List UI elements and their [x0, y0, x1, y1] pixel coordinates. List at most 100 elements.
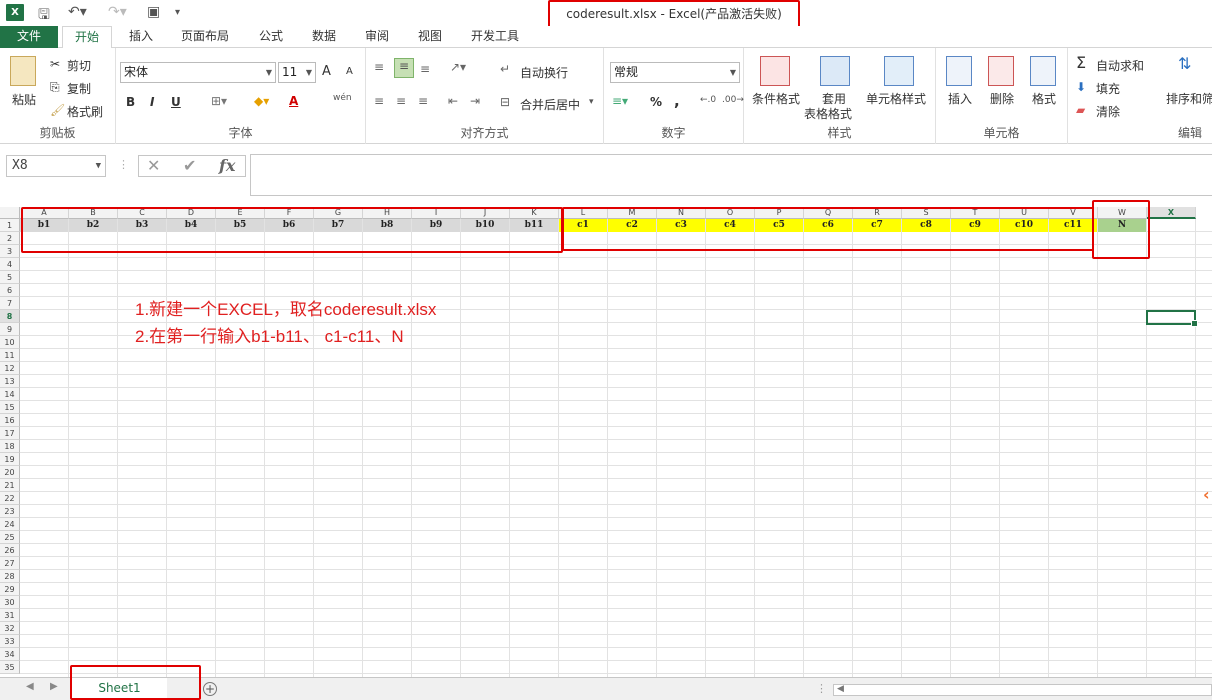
tab-home[interactable]: 开始	[62, 26, 112, 49]
cancel-icon[interactable]: ✕	[147, 156, 160, 176]
row-header[interactable]: 14	[0, 388, 20, 401]
pinyin-button[interactable]: wén	[333, 93, 352, 103]
merge-icon[interactable]: ⊟	[500, 95, 510, 109]
copy-button[interactable]: 复制	[67, 80, 91, 97]
camera-icon[interactable]: ▣	[147, 4, 160, 20]
header-cell[interactable]	[1147, 219, 1195, 232]
wrap-text-icon[interactable]: ↵	[500, 62, 510, 76]
wrap-text-button[interactable]: 自动换行	[520, 64, 568, 81]
cut-button[interactable]: 剪切	[67, 57, 91, 74]
tab-developer[interactable]: 开发工具	[462, 26, 528, 48]
border-icon[interactable]: ⊞▾	[211, 94, 227, 108]
prev-sheet-icon[interactable]: ◀	[26, 681, 34, 692]
format-as-table-icon[interactable]	[820, 56, 850, 86]
row-header[interactable]: 22	[0, 492, 20, 505]
paste-button[interactable]: 粘贴	[12, 91, 36, 108]
autosum-button[interactable]: 自动求和	[1096, 57, 1144, 74]
currency-icon[interactable]: ≡▾	[612, 94, 628, 108]
row-header[interactable]: 31	[0, 609, 20, 622]
insert-function-button[interactable]: fx	[219, 156, 235, 176]
format-as-table-button[interactable]: 表格格式	[804, 105, 852, 122]
insert-cells-icon[interactable]	[946, 56, 972, 86]
row-header[interactable]: 13	[0, 375, 20, 388]
align-center-icon[interactable]: ≡	[396, 94, 406, 108]
format-painter-button[interactable]: 格式刷	[67, 103, 103, 120]
cut-icon[interactable]: ✂	[50, 57, 60, 71]
align-bottom-icon[interactable]: ≡	[420, 62, 430, 76]
row-header[interactable]: 17	[0, 427, 20, 440]
underline-button[interactable]: U	[171, 95, 181, 109]
scroll-left-icon[interactable]: ◀	[837, 684, 844, 694]
shrink-font-button[interactable]: A	[346, 66, 353, 77]
undo-icon[interactable]: ↶▾	[68, 4, 87, 20]
save-icon[interactable]: 🖫	[38, 4, 50, 28]
format-painter-icon[interactable]: 🖌	[50, 103, 65, 117]
formula-input[interactable]	[250, 154, 1212, 196]
row-header[interactable]: 34	[0, 648, 20, 661]
enter-icon[interactable]: ✔	[183, 156, 196, 176]
tab-data[interactable]: 数据	[303, 26, 345, 48]
selected-cell[interactable]	[1146, 310, 1198, 327]
grow-font-button[interactable]: A	[322, 64, 331, 79]
row-header[interactable]: 9	[0, 323, 20, 336]
font-size-select[interactable]: 11 ▼	[278, 62, 316, 83]
horizontal-scrollbar[interactable]: ◀	[833, 684, 1212, 696]
row-header[interactable]: 11	[0, 349, 20, 362]
conditional-formatting-button[interactable]: 条件格式	[752, 90, 800, 107]
format-cells-button[interactable]: 格式	[1032, 90, 1056, 107]
row-header[interactable]: 3	[0, 245, 20, 258]
row-header[interactable]: 1	[0, 219, 20, 232]
row-header[interactable]: 32	[0, 622, 20, 635]
tab-view[interactable]: 视图	[409, 26, 451, 48]
align-middle-icon[interactable]: ≡	[394, 58, 414, 78]
paste-icon[interactable]	[10, 56, 36, 86]
increase-decimal-icon[interactable]: ←.0	[700, 95, 716, 105]
tab-page-layout[interactable]: 页面布局	[172, 26, 238, 48]
comma-button[interactable]: ,	[674, 92, 680, 110]
orientation-icon[interactable]: ↗▾	[450, 60, 466, 74]
fill-icon[interactable]: ⬇	[1076, 80, 1086, 94]
percent-button[interactable]: %	[650, 95, 662, 109]
align-top-icon[interactable]: ≡	[374, 60, 384, 74]
row-header[interactable]: 30	[0, 596, 20, 609]
decrease-decimal-icon[interactable]: .00→	[722, 95, 744, 105]
row-header[interactable]: 26	[0, 544, 20, 557]
redo-icon[interactable]: ↷▾	[108, 4, 127, 20]
increase-indent-icon[interactable]: ⇥	[470, 94, 480, 108]
cell-styles-button[interactable]: 单元格样式	[866, 90, 926, 107]
decrease-indent-icon[interactable]: ⇤	[448, 94, 458, 108]
row-header[interactable]: 29	[0, 583, 20, 596]
sort-filter-icon[interactable]: ⇅	[1178, 54, 1191, 73]
bold-button[interactable]: B	[126, 95, 135, 109]
row-header[interactable]: 4	[0, 258, 20, 271]
row-header[interactable]: 19	[0, 453, 20, 466]
conditional-formatting-icon[interactable]	[760, 56, 790, 86]
select-all-corner[interactable]	[0, 207, 20, 219]
font-color-button[interactable]: A	[289, 94, 298, 108]
row-header[interactable]: 2	[0, 232, 20, 245]
chevron-down-icon[interactable]: ▾	[589, 97, 594, 107]
column-header[interactable]: X	[1147, 207, 1196, 219]
merge-center-button[interactable]: 合并后居中	[520, 96, 580, 113]
fill-color-icon[interactable]: ◆▾	[254, 94, 269, 108]
row-header[interactable]: 35	[0, 661, 20, 674]
row-header[interactable]: 25	[0, 531, 20, 544]
cell-styles-icon[interactable]	[884, 56, 914, 86]
row-header[interactable]: 12	[0, 362, 20, 375]
row-header[interactable]: 7	[0, 297, 20, 310]
name-box[interactable]: X8 ▼	[6, 155, 106, 177]
eraser-icon[interactable]: ▰	[1076, 103, 1085, 117]
format-cells-icon[interactable]	[1030, 56, 1056, 86]
row-header[interactable]: 8	[0, 310, 20, 323]
add-sheet-button[interactable]: +	[203, 682, 217, 696]
side-widget-icon[interactable]: ‹	[1203, 485, 1212, 504]
sigma-icon[interactable]: Σ	[1076, 53, 1086, 72]
sort-filter-button[interactable]: 排序和筛	[1166, 90, 1212, 107]
align-left-icon[interactable]: ≡	[374, 94, 384, 108]
row-header[interactable]: 10	[0, 336, 20, 349]
number-format-select[interactable]: 常规 ▼	[610, 62, 740, 83]
clear-button[interactable]: 清除	[1096, 103, 1120, 120]
tab-file[interactable]: 文件	[0, 26, 58, 48]
worksheet-grid[interactable]: ABCDEFGHIJKLMNOPQRSTUVWX 1 2 3 4 5 6 7 8 9 10 11 12…	[0, 207, 1212, 677]
row-header[interactable]: 28	[0, 570, 20, 583]
